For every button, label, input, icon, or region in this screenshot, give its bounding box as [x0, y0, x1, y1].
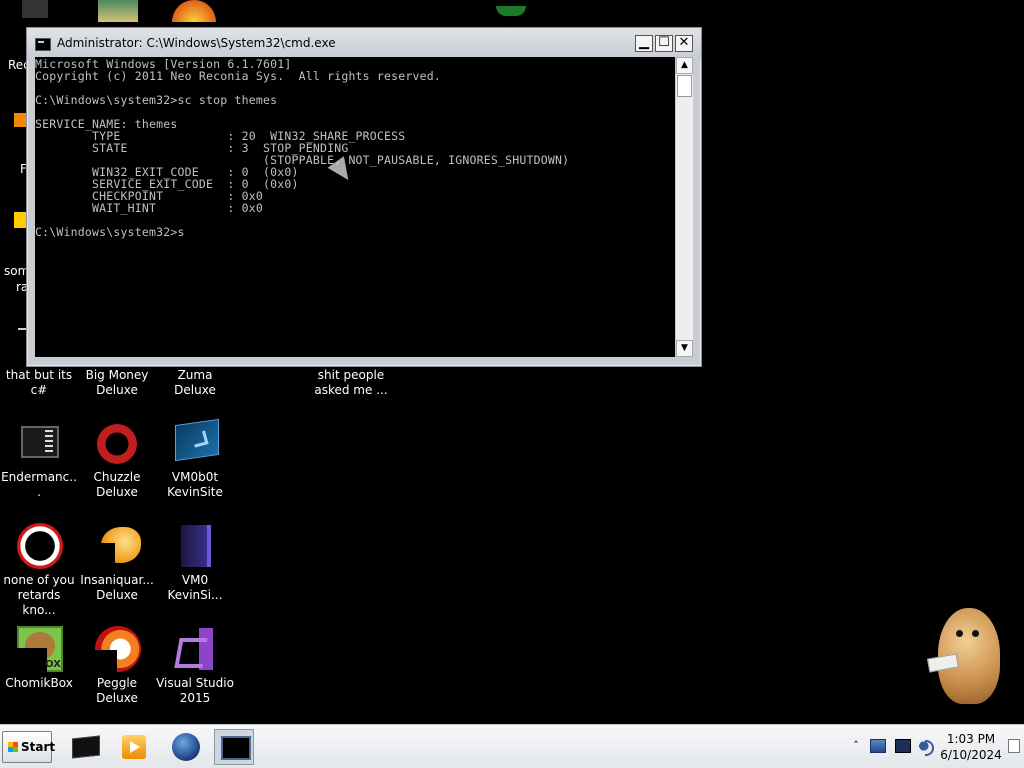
notification-icon: [1008, 739, 1020, 753]
console-line: WAIT_HINT : 0x0: [35, 201, 263, 215]
zuma-icon[interactable]: [172, 0, 216, 22]
icon-label: Visual Studio 2015: [156, 676, 234, 705]
console-line: C:\Windows\system32>sc stop themes: [35, 93, 278, 107]
windows-logo-icon: [8, 742, 18, 752]
scroll-up-button[interactable]: ▲: [676, 57, 693, 74]
cmd-icon: [35, 38, 51, 51]
show-desktop-button[interactable]: [1006, 727, 1022, 767]
globe-icon: [172, 733, 200, 761]
icon-label: Big Money Deluxe: [85, 368, 149, 397]
console-line: Copyright (c) 2011 Neo Reconia Sys. All …: [35, 69, 442, 83]
desktop-icon-zuma[interactable]: Zuma Deluxe: [156, 368, 234, 398]
vm-page-icon: [171, 521, 219, 569]
icon-label: that but its c#: [5, 368, 73, 397]
desktop-icon-insaniquarium[interactable]: Insaniquar... Deluxe: [78, 521, 156, 603]
chomikbox-badge: OX: [45, 659, 61, 670]
vertical-scrollbar[interactable]: ▲ ▼: [675, 57, 693, 357]
taskbar-browser[interactable]: [166, 729, 206, 765]
network-icon[interactable]: [870, 739, 886, 753]
window-title: Administrator: C:\Windows\System32\cmd.e…: [57, 36, 336, 50]
desktop: Rec F som ra that but its c# Big Money D…: [0, 0, 1024, 724]
icon-label: none of you retards kno...: [3, 573, 75, 617]
minimize-button[interactable]: ▁: [635, 35, 653, 52]
media-player-icon: [122, 735, 146, 759]
partial-folder-icon[interactable]: [14, 212, 26, 228]
taskbar-terminal-app[interactable]: [66, 729, 106, 765]
terminal-icon: [72, 735, 100, 759]
cmd-icon: [221, 736, 251, 760]
clock-time: 1:03 PM: [946, 732, 996, 746]
desktop-icon-vm0b0t[interactable]: VM0b0t KevinSite: [156, 418, 234, 500]
desktop-icon-peggle[interactable]: Peggle Deluxe: [78, 624, 156, 706]
icon-label: Endermanc...: [1, 470, 77, 499]
taskbar-cmd[interactable]: [214, 729, 254, 765]
console-output[interactable]: Microsoft Windows [Version 6.1.7601] Copy…: [35, 57, 675, 357]
visual-studio-icon: [171, 624, 219, 672]
chomikbox-icon: OX: [15, 624, 63, 672]
desktop-icon-endermanch[interactable]: Endermanc...: [0, 418, 78, 500]
vm-window-icon: [171, 418, 219, 466]
scroll-down-button[interactable]: ▼: [676, 340, 693, 357]
console-text[interactable]: Microsoft Windows [Version 6.1.7601] Copy…: [35, 58, 675, 238]
desktop-icon-chomikbox[interactable]: OX ChomikBox: [0, 624, 78, 691]
icon-label: Chuzzle Deluxe: [93, 470, 141, 499]
desktop-icon-shit-people[interactable]: shit people asked me ...: [312, 368, 390, 398]
peggle-icon: [93, 624, 141, 672]
icon-label: ChomikBox: [5, 676, 73, 690]
taskbar-media-player[interactable]: [114, 729, 154, 765]
start-button[interactable]: Start: [2, 731, 56, 763]
close-button[interactable]: ✕: [675, 35, 693, 52]
clock[interactable]: 1:03 PM 6/10/2024: [938, 731, 1004, 763]
green-status-icon: [496, 6, 526, 16]
start-label: Start: [21, 740, 56, 754]
icon-label: Zuma Deluxe: [174, 368, 216, 397]
desktop-icon-big-money[interactable]: Big Money Deluxe: [78, 368, 156, 398]
display-icon[interactable]: [895, 739, 911, 753]
icon-label: VM0 KevinSi...: [167, 573, 223, 602]
clock-date: 6/10/2024: [940, 748, 1002, 762]
icon-label: shit people asked me ...: [314, 368, 388, 397]
icon-label: Insaniquar... Deluxe: [80, 573, 154, 602]
chuzzle-icon: [93, 418, 141, 466]
desktop-icon-chuzzle[interactable]: Chuzzle Deluxe: [78, 418, 156, 500]
desktop-icon-visual-studio[interactable]: Visual Studio 2015: [156, 624, 234, 706]
maximize-button[interactable]: ☐: [655, 35, 673, 52]
desktop-icon-vm0[interactable]: VM0 KevinSi...: [156, 521, 234, 603]
partial-dash: [18, 328, 26, 330]
taskbar: Start ˄ 1:03 PM 6/10/2024: [0, 724, 1024, 768]
volume-icon[interactable]: [919, 739, 935, 756]
console-line: C:\Windows\system32>s: [35, 225, 185, 239]
scroll-thumb[interactable]: [677, 75, 692, 97]
show-hidden-icons-chevron[interactable]: ˄: [850, 737, 862, 755]
hamster-mascot: [927, 600, 1008, 710]
recycle-bin-icon[interactable]: [22, 0, 48, 18]
terminal-icon: [15, 418, 63, 466]
fish-icon: [93, 521, 141, 569]
partial-orange-icon[interactable]: [14, 113, 26, 127]
cmd-window[interactable]: Administrator: C:\Windows\System32\cmd.e…: [26, 27, 702, 367]
cmd-titlebar[interactable]: Administrator: C:\Windows\System32\cmd.e…: [27, 28, 701, 60]
desktop-icon-that-but-its-c[interactable]: that but its c#: [0, 368, 78, 398]
icon-label: Peggle Deluxe: [96, 676, 138, 705]
red-circle-icon: [15, 521, 63, 569]
desktop-icon-none-of-you[interactable]: none of you retards kno...: [0, 521, 78, 618]
book-icon[interactable]: [98, 0, 138, 22]
icon-label: VM0b0t KevinSite: [167, 470, 223, 499]
